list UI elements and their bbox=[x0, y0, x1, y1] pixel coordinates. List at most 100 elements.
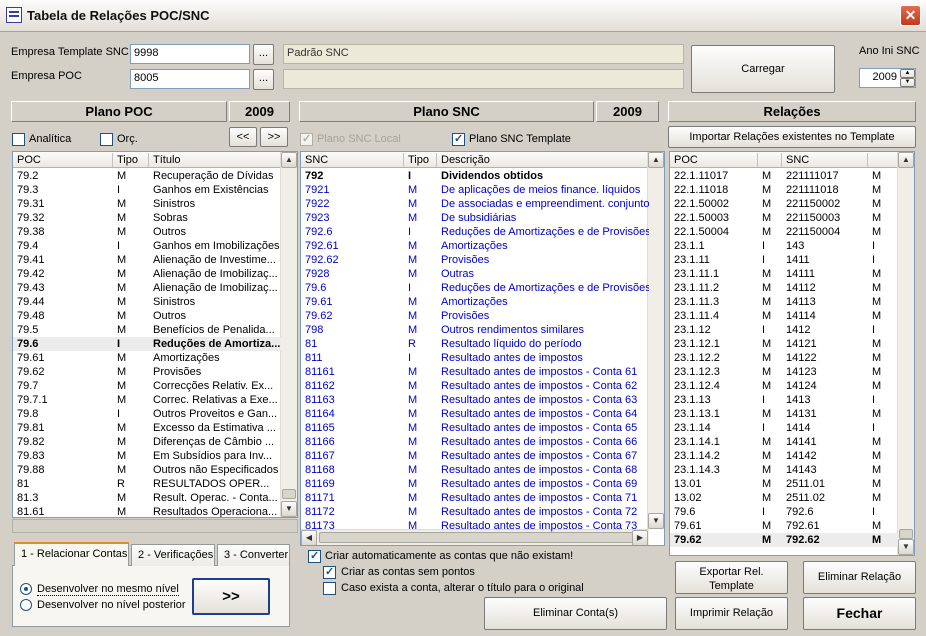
rel-row[interactable]: 79.62 M 792.62 M bbox=[670, 533, 898, 547]
rel-row[interactable]: 23.1.12 I 1412 I bbox=[670, 323, 898, 337]
rel-row[interactable]: 79.6 I 792.6 I bbox=[670, 505, 898, 519]
orc-checkbox[interactable] bbox=[100, 133, 113, 146]
snc-col-header[interactable]: SNC bbox=[301, 153, 404, 167]
snc-row[interactable]: 7923 M De subsidiárias bbox=[301, 211, 649, 225]
rel-row[interactable]: 23.1.14.3 M 14143 M bbox=[670, 463, 898, 477]
snc-template-checkbox[interactable] bbox=[452, 132, 465, 146]
snc-local-checkbox[interactable] bbox=[300, 132, 313, 146]
nivel-posterior-radio[interactable] bbox=[20, 599, 32, 611]
rel-row[interactable]: 23.1.12.2 M 14122 M bbox=[670, 351, 898, 365]
rel-row[interactable]: 23.1.1 I 143 I bbox=[670, 239, 898, 253]
scroll-up-icon[interactable]: ▲ bbox=[648, 152, 664, 168]
poc-row[interactable]: 79.32 M Sobras bbox=[13, 211, 281, 225]
rel-tipo1-col-header[interactable] bbox=[758, 153, 782, 167]
poc-row[interactable]: 79.42 M Alienação de Imobilizaç... bbox=[13, 267, 281, 281]
relacoes-vscrollbar[interactable]: ▲ ▼ bbox=[897, 152, 914, 555]
mesmo-nivel-radio[interactable] bbox=[20, 583, 32, 595]
rel-row[interactable]: 23.1.11.2 M 14112 M bbox=[670, 281, 898, 295]
titulo-col-header[interactable]: Título bbox=[149, 153, 281, 167]
poc-row[interactable]: 79.4 I Ganhos em Imobilizações bbox=[13, 239, 281, 253]
rel-row[interactable]: 23.1.11.1 M 14111 M bbox=[670, 267, 898, 281]
rel-row[interactable]: 23.1.11.4 M 14114 M bbox=[670, 309, 898, 323]
snc-row[interactable]: 81169 M Resultado antes de impostos - Cont… bbox=[301, 477, 649, 491]
poc-row[interactable]: 79.31 M Sinistros bbox=[13, 197, 281, 211]
snc-row[interactable]: 81164 M Resultado antes de impostos - Cont… bbox=[301, 407, 649, 421]
snc-row[interactable]: 792.6 I Reduções de Amortizações e de Prov… bbox=[301, 225, 649, 239]
prev-button[interactable]: << bbox=[229, 127, 257, 147]
carregar-button[interactable]: Carregar bbox=[691, 45, 835, 93]
snc-row[interactable]: 81 R Resultado líquido do período bbox=[301, 337, 649, 351]
rel-row[interactable]: 22.1.11018 M 221111018 M bbox=[670, 183, 898, 197]
scroll-thumb[interactable] bbox=[899, 529, 913, 539]
snc-row[interactable]: 81167 M Resultado antes de impostos - Cont… bbox=[301, 449, 649, 463]
scroll-up-icon[interactable]: ▲ bbox=[898, 152, 914, 168]
snc-row[interactable]: 7921 M De aplicações de meios finance. líq… bbox=[301, 183, 649, 197]
scroll-down-icon[interactable]: ▼ bbox=[281, 501, 297, 517]
snc-row[interactable]: 79.6 I Reduções de Amortizações e de Provi… bbox=[301, 281, 649, 295]
snc-row[interactable]: 79.61 M Amortizações bbox=[301, 295, 649, 309]
snc-row[interactable]: 7928 M Outras bbox=[301, 267, 649, 281]
rel-poc-col-header[interactable]: POC bbox=[670, 153, 758, 167]
next-button[interactable]: >> bbox=[260, 127, 288, 147]
poc-row[interactable]: 79.61 M Amortizações bbox=[13, 351, 281, 365]
snc-row[interactable]: 81165 M Resultado antes de impostos - Cont… bbox=[301, 421, 649, 435]
poc-row[interactable]: 79.44 M Sinistros bbox=[13, 295, 281, 309]
snc-row[interactable]: 792 I Dividendos obtidos bbox=[301, 169, 649, 183]
poc-row[interactable]: 79.88 M Outros não Especificados bbox=[13, 463, 281, 477]
rel-row[interactable]: 23.1.11.3 M 14113 M bbox=[670, 295, 898, 309]
snc-row[interactable]: 7922 M De associadas e empreendiment. conj… bbox=[301, 197, 649, 211]
eliminar-contas-button[interactable]: Eliminar Conta(s) bbox=[484, 597, 667, 630]
snc-row[interactable]: 81161 M Resultado antes de impostos - Cont… bbox=[301, 365, 649, 379]
rel-row[interactable]: 22.1.11017 M 221111017 M bbox=[670, 169, 898, 183]
snc-row[interactable]: 81172 M Resultado antes de impostos - Cont… bbox=[301, 505, 649, 519]
snc-row[interactable]: 81163 M Resultado antes de impostos - Cont… bbox=[301, 393, 649, 407]
rel-row[interactable]: 22.1.50004 M 221150004 M bbox=[670, 225, 898, 239]
rel-row[interactable]: 13.01 M 2511.01 M bbox=[670, 477, 898, 491]
snc-vscrollbar[interactable]: ▲ ▼ bbox=[647, 152, 664, 529]
snc-row[interactable]: 811 I Resultado antes de impostos bbox=[301, 351, 649, 365]
poc-row[interactable]: 81 R RESULTADOS OPER... bbox=[13, 477, 281, 491]
fechar-button[interactable]: Fechar bbox=[803, 597, 916, 630]
rel-row[interactable]: 23.1.12.4 M 14124 M bbox=[670, 379, 898, 393]
poc-row[interactable]: 79.8 I Outros Proveitos e Gan... bbox=[13, 407, 281, 421]
poc-grid[interactable]: POC Tipo Título ▲ ▼ 79.2 M Recuperação de … bbox=[12, 151, 298, 518]
snc-grid[interactable]: SNC Tipo Descrição ▲ ▼ ◀ ▶ 792 I Dividendo… bbox=[300, 151, 665, 546]
snc-row[interactable]: 81171 M Resultado antes de impostos - Cont… bbox=[301, 491, 649, 505]
rel-row[interactable]: 22.1.50002 M 221150002 M bbox=[670, 197, 898, 211]
poc-row[interactable]: 79.83 M Em Subsídios para Inv... bbox=[13, 449, 281, 463]
poc-row[interactable]: 79.5 M Benefícios de Penalida... bbox=[13, 323, 281, 337]
rel-row[interactable]: 23.1.12.1 M 14121 M bbox=[670, 337, 898, 351]
poc-row[interactable]: 81.3 M Result. Operac. - Conta... bbox=[13, 491, 281, 505]
ano-up-icon[interactable]: ▲ bbox=[900, 69, 915, 78]
relacionar-button[interactable]: >> bbox=[192, 578, 270, 615]
poc-col-header[interactable]: POC bbox=[13, 153, 113, 167]
rel-row[interactable]: 23.1.14 I 1414 I bbox=[670, 421, 898, 435]
snc-row[interactable]: 79.62 M Provisões bbox=[301, 309, 649, 323]
snc-row[interactable]: 81173 M Resultado antes de impostos - Cont… bbox=[301, 519, 649, 533]
empresa-template-input[interactable]: 9998 bbox=[130, 44, 250, 64]
tab-verificacoes[interactable]: 2 - Verificações bbox=[131, 544, 215, 566]
empresa-template-browse-button[interactable]: ... bbox=[253, 44, 274, 65]
poc-vscrollbar[interactable]: ▲ ▼ bbox=[280, 152, 297, 517]
relacoes-grid[interactable]: POC SNC ▲ ▼ 22.1.11017 M 221111017 M 22.1.11… bbox=[669, 151, 915, 556]
rel-row[interactable]: 79.61 M 792.61 M bbox=[670, 519, 898, 533]
empresa-poc-browse-button[interactable]: ... bbox=[253, 69, 274, 90]
tipo-col-header[interactable]: Tipo bbox=[113, 153, 149, 167]
snc-row[interactable]: 792.61 M Amortizações bbox=[301, 239, 649, 253]
rel-tipo2-col-header[interactable] bbox=[868, 153, 898, 167]
snc-row[interactable]: 81168 M Resultado antes de impostos - Cont… bbox=[301, 463, 649, 477]
close-button[interactable]: ✕ bbox=[900, 5, 921, 26]
alterar-titulo-checkbox[interactable] bbox=[323, 582, 336, 595]
criar-auto-checkbox[interactable] bbox=[308, 549, 321, 563]
scroll-thumb[interactable] bbox=[282, 489, 296, 499]
scroll-down-icon[interactable]: ▼ bbox=[648, 513, 664, 529]
exportar-template-button[interactable]: Exportar Rel. Template bbox=[675, 561, 788, 594]
snc-row[interactable]: 81162 M Resultado antes de impostos - Cont… bbox=[301, 379, 649, 393]
tab-converter[interactable]: 3 - Converter bbox=[217, 544, 290, 566]
snc-row[interactable]: 81166 M Resultado antes de impostos - Cont… bbox=[301, 435, 649, 449]
snc-row[interactable]: 792.62 M Provisões bbox=[301, 253, 649, 267]
tab-relacionar-contas[interactable]: 1 - Relacionar Contas bbox=[14, 542, 129, 566]
rel-row[interactable]: 22.1.50003 M 221150003 M bbox=[670, 211, 898, 225]
empresa-poc-input[interactable]: 8005 bbox=[130, 69, 250, 89]
hscroll-thumb[interactable] bbox=[319, 532, 634, 543]
